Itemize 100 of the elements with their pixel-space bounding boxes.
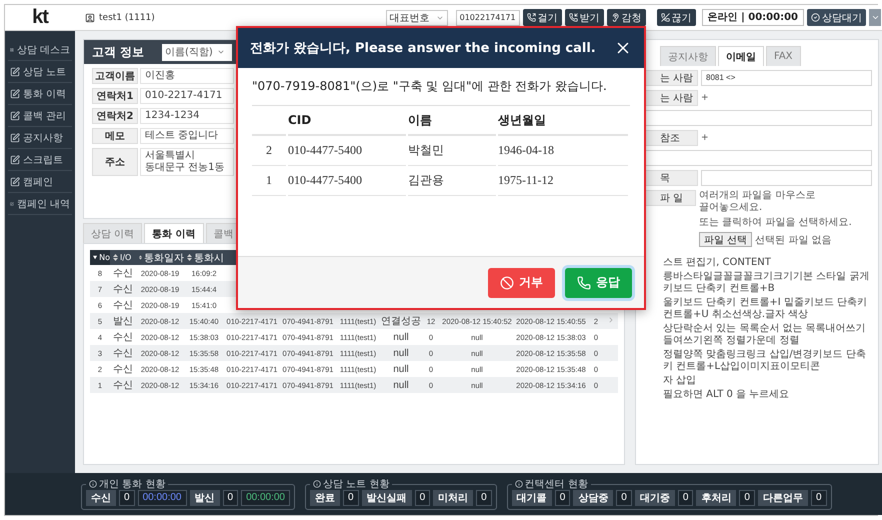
column-header[interactable]: I/O	[120, 253, 132, 262]
panel-title: 고객 정보	[92, 44, 146, 60]
info-icon	[313, 480, 321, 488]
search-select[interactable]: 이름(직함)	[162, 44, 232, 60]
table-cell: null	[393, 364, 409, 374]
editor-text: 울키보드 단축키 컨트롤+I 밑줄키보드 단축키 컨트롤+U 취소선색상.글자 색상	[663, 297, 868, 321]
email-tab[interactable]: FAX	[766, 46, 801, 66]
table-cell: 연결성공	[381, 316, 421, 327]
drop-hint: 여러개의 파일을 마우스로 끌어놓으세요.	[699, 190, 816, 214]
status-label: 대기콜	[512, 490, 552, 506]
count: 0	[222, 490, 238, 506]
chevron-down-icon	[216, 48, 225, 56]
table-cell: 수신	[113, 348, 133, 359]
field-value[interactable]: 1234-1234	[140, 108, 234, 124]
hang-up-button[interactable]: 끊기	[656, 9, 696, 26]
count: 0	[810, 490, 826, 506]
phone-off-icon	[660, 13, 670, 22]
dialog-message: "070-7919-8081"(으)로 "구축 및 임대"에 관한 전화가 왔습니다.	[252, 78, 630, 106]
count: 0	[616, 490, 632, 506]
column-header[interactable]: 통화일자	[144, 250, 184, 264]
column-header[interactable]: 통화시	[194, 250, 224, 264]
add-link[interactable]: +	[701, 133, 709, 143]
table-cell: 1	[252, 166, 286, 196]
field-label: 연락처1	[92, 88, 138, 104]
sidebar-item[interactable]: 상담 데스크	[8, 39, 72, 61]
field-label: 메모	[92, 128, 138, 144]
count: 0	[119, 490, 135, 506]
dialog-title: 전화가 왔습니다, Please answer the incoming call.	[250, 40, 596, 57]
sidebar-item[interactable]: 공지사항	[8, 127, 72, 149]
editor-text: 릉바스타일글꼴글꼴크기크기기본 스타일 굵게키보드 단축키 컨트롤+B	[663, 271, 870, 295]
column-header: 이름	[408, 106, 496, 136]
logo: kt	[31, 6, 50, 29]
table-cell: null	[393, 348, 409, 358]
status-label: 다른업무	[758, 490, 808, 506]
table-cell: 수신	[113, 332, 133, 343]
phone-incoming-icon	[568, 13, 578, 22]
email-tab[interactable]: 이메일	[718, 46, 764, 66]
reject-button[interactable]: 거부	[488, 268, 555, 298]
line-select[interactable]: 대표번호	[386, 10, 448, 26]
sidebar-item[interactable]: 콜백 관리	[8, 105, 72, 127]
table-cell: 박철민	[408, 136, 496, 166]
editor-text: 스트 편집기, CONTENT	[663, 257, 772, 269]
phone-icon	[577, 276, 591, 290]
table-cell: 수신	[113, 300, 133, 311]
group-title: 컨택센터 현황	[512, 478, 591, 490]
status-label: 미처리	[433, 490, 474, 506]
sort-icon[interactable]	[113, 254, 118, 261]
table-cell: null	[393, 380, 409, 390]
group-title: 개인 통화 현황	[86, 478, 168, 490]
field-value[interactable]: 010-2217-4171	[140, 88, 234, 104]
check-icon	[811, 13, 820, 22]
drop-hint: 또는 클릭하여 파일을 선택하세요.	[699, 217, 853, 229]
file-button[interactable]: 파일 선택	[699, 232, 752, 247]
field-value[interactable]: 이진홍	[140, 68, 234, 84]
table-cell: 발신	[113, 316, 133, 327]
online-status: 온라인 | 00:00:00	[702, 9, 804, 26]
table-cell: 1946-04-18	[498, 136, 628, 166]
chevron-down-icon	[870, 13, 880, 22]
table-cell: 김관용	[408, 166, 496, 196]
info-icon	[89, 480, 97, 488]
sender-field[interactable]: 8081 <>	[701, 70, 872, 86]
table-cell: 수신	[113, 380, 133, 391]
add-link[interactable]: +	[701, 93, 709, 103]
sort-descending-icon[interactable]	[93, 255, 98, 260]
status-label: 후처리	[696, 490, 736, 506]
field-label: 주소	[92, 148, 138, 176]
call-button[interactable]: 감청	[606, 9, 646, 26]
field-value[interactable]: 서울특별시 동대문구 전농1동	[140, 148, 234, 176]
subject-field[interactable]	[701, 170, 872, 186]
editor-text: 정렬양쪽 맞춤링크링크 삽입/변경키보드 단축키 컨트롤+L삽입이미지표이모티콘	[663, 349, 867, 373]
sidebar-item[interactable]: 캠페인	[8, 171, 72, 193]
history-tab[interactable]: 통화 이력	[144, 223, 204, 243]
field-label: 연락처2	[92, 108, 138, 124]
group-title: 상담 노트 현황	[310, 478, 392, 490]
ban-icon	[500, 276, 514, 290]
sidebar-item[interactable]: 캠페인 내역	[8, 193, 72, 215]
phone-field[interactable]: 01022174171	[456, 10, 520, 26]
status-label: 수신	[86, 490, 116, 506]
count: 0	[678, 490, 694, 506]
column-header: CID	[288, 106, 406, 136]
sort-icon[interactable]	[187, 254, 192, 261]
state-button[interactable]: 상담대기	[807, 9, 866, 26]
table-cell: 010-4477-5400	[288, 136, 406, 166]
sidebar-item[interactable]: 스크립트	[8, 149, 72, 171]
table-cell: 1975-11-12	[498, 166, 628, 196]
editor-text: 자 삽입	[663, 375, 698, 387]
call-button[interactable]: 받기	[564, 9, 604, 26]
sidebar-item[interactable]: 통화 이력	[8, 83, 72, 105]
editor-text: 필요하면 ALT 0 을 누르세요	[663, 389, 790, 401]
table-cell: 수신	[113, 268, 133, 279]
sidebar-item[interactable]: 상담 노트	[8, 61, 72, 83]
history-tab[interactable]: 상담 이력	[83, 223, 142, 243]
field-value[interactable]: 테스트 중입니다	[140, 128, 234, 144]
count: 0	[414, 490, 430, 506]
sort-icon[interactable]	[139, 254, 142, 261]
timer: 00:00:00	[241, 490, 290, 506]
email-tab[interactable]: 공지사항	[660, 46, 716, 66]
call-button[interactable]: 걸기	[522, 9, 562, 26]
status-label: 상담중	[573, 490, 614, 506]
count: 0	[739, 490, 755, 506]
